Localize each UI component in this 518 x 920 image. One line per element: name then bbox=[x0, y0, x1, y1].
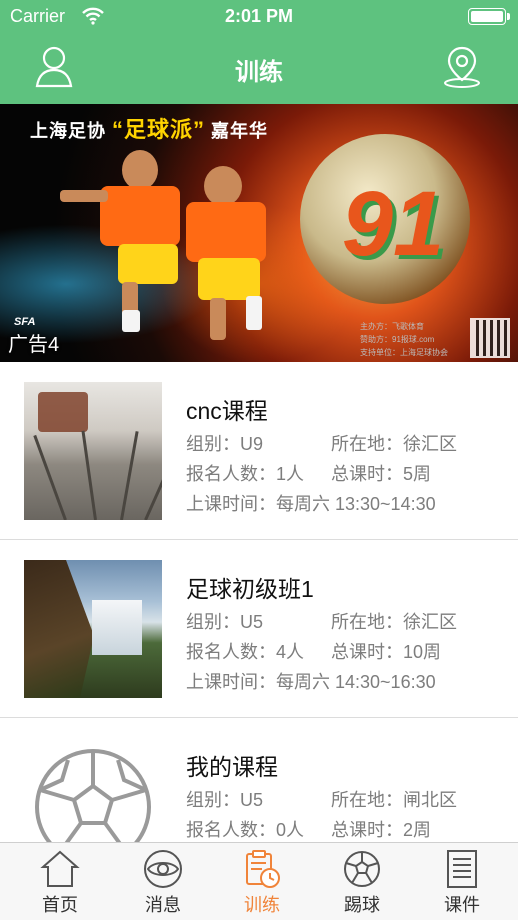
course-name: 我的课程 bbox=[186, 754, 278, 780]
list-item[interactable]: 我的课程 组别：U5 所在地：闸北区 报名人数：0人 总课时：2周 bbox=[0, 718, 518, 842]
qr-code bbox=[470, 318, 510, 358]
list-item[interactable]: 足球初级班1 组别：U5 所在地：徐汇区 报名人数：4人 总课时：10周 上课时… bbox=[0, 540, 518, 718]
sfa-logo: SFA bbox=[14, 316, 36, 328]
banner-headline-left: 上海足协 bbox=[30, 121, 106, 141]
banner-headline-quote: “足球派” bbox=[112, 117, 206, 142]
course-enrolled: 报名人数：0人 bbox=[186, 820, 305, 840]
course-location: 所在地：徐汇区 bbox=[331, 434, 457, 454]
course-name: 足球初级班1 bbox=[186, 576, 314, 602]
course-thumbnail bbox=[24, 382, 162, 520]
course-hours: 总课时：5周 bbox=[331, 464, 432, 484]
status-time: 2:01 PM bbox=[224, 6, 294, 26]
course-group: 组别：U5 bbox=[186, 790, 264, 810]
course-hours: 总课时：10周 bbox=[331, 642, 442, 662]
course-enrolled: 报名人数：4人 bbox=[186, 642, 305, 662]
banner-ball-number: 91 bbox=[341, 173, 445, 275]
course-group: 组别：U9 bbox=[186, 434, 264, 454]
tab-label: 踢球 bbox=[344, 895, 380, 915]
tab-messages[interactable]: 消息 bbox=[111, 843, 215, 920]
battery-icon bbox=[468, 8, 510, 25]
course-location: 所在地：徐汇区 bbox=[331, 612, 457, 632]
tab-play[interactable]: 踢球 bbox=[310, 843, 414, 920]
banner-page-indicator: 广告4 bbox=[8, 334, 60, 356]
tab-label: 首页 bbox=[42, 895, 78, 915]
soccer-ball-icon bbox=[344, 851, 380, 887]
tab-courseware[interactable]: 课件 bbox=[410, 843, 514, 920]
top-bar: Carrier 2:01 PM 训练 bbox=[0, 0, 518, 104]
course-enrolled: 报名人数：1人 bbox=[186, 464, 305, 484]
course-thumbnail bbox=[24, 560, 162, 698]
banner-credits: 主办方：飞歌体育 赞助方：91报球.com 支持单位：上海足球协会 bbox=[360, 322, 448, 357]
tab-label: 消息 bbox=[145, 895, 181, 915]
banner-headline: 上海足协 “足球派” 嘉年华 bbox=[30, 112, 268, 144]
home-icon bbox=[40, 850, 80, 887]
course-list[interactable]: cnc课程 组别：U9 所在地：徐汇区 报名人数：1人 总课时：5周 上课时间：… bbox=[0, 362, 518, 842]
tab-home[interactable]: 首页 bbox=[8, 843, 112, 920]
banner-headline-right: 嘉年华 bbox=[211, 121, 269, 141]
tab-label: 训练 bbox=[244, 895, 280, 915]
course-name: cnc课程 bbox=[186, 398, 268, 424]
tab-bar: 首页 消息 训练 踢球 课件 bbox=[0, 842, 518, 920]
tab-label: 课件 bbox=[444, 895, 480, 915]
nav-header: 训练 bbox=[0, 34, 518, 104]
tab-training[interactable]: 训练 bbox=[210, 843, 314, 920]
soccer-ball-icon bbox=[35, 749, 151, 842]
course-time: 上课时间：每周六 14:30~16:30 bbox=[186, 672, 436, 692]
course-hours: 总课时：2周 bbox=[331, 820, 432, 840]
eye-icon bbox=[144, 850, 182, 888]
page-title: 训练 bbox=[235, 59, 283, 86]
status-bar: Carrier 2:01 PM bbox=[0, 0, 518, 34]
course-group: 组别：U5 bbox=[186, 612, 264, 632]
document-icon bbox=[447, 850, 477, 888]
location-pin-icon[interactable] bbox=[442, 44, 482, 88]
banner-ad[interactable]: 上海足协 “足球派” 嘉年华 91 SFA 主办方：飞歌体育 赞助方：91报球.… bbox=[0, 104, 518, 362]
list-item[interactable]: cnc课程 组别：U9 所在地：徐汇区 报名人数：1人 总课时：5周 上课时间：… bbox=[0, 362, 518, 540]
course-location: 所在地：闸北区 bbox=[331, 790, 457, 810]
course-time: 上课时间：每周六 13:30~14:30 bbox=[186, 494, 436, 514]
clipboard-clock-icon bbox=[246, 850, 280, 888]
